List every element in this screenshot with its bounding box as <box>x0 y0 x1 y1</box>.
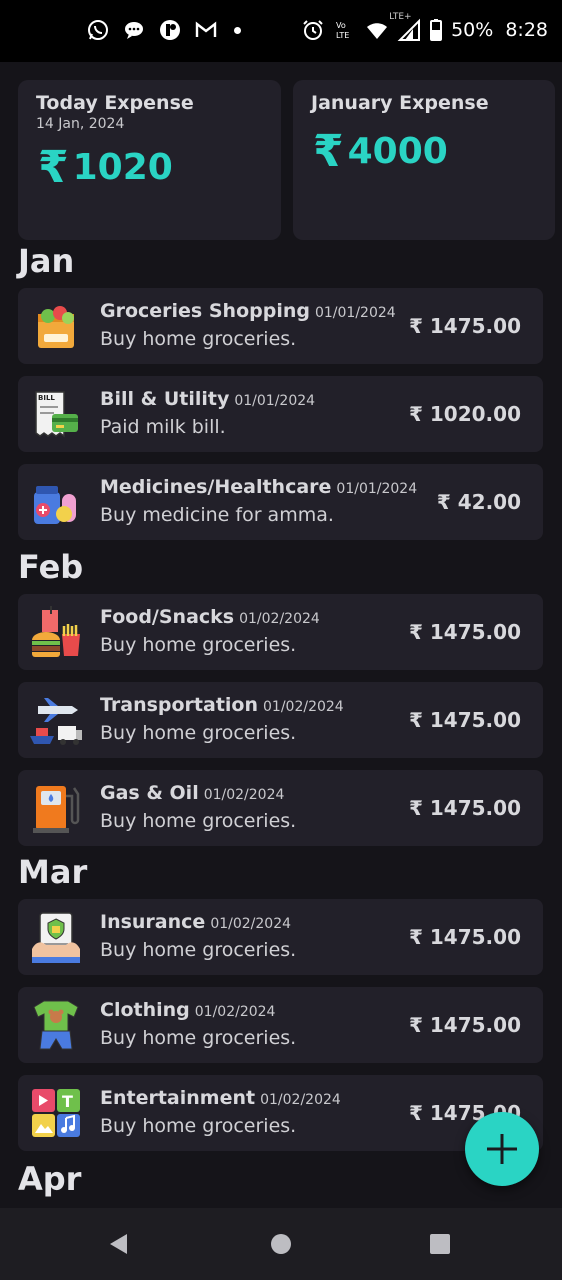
expense-date: 01/01/2024 <box>314 305 396 321</box>
expense-item[interactable]: Food/Snacks 01/02/2024 Buy home grocerie… <box>18 594 543 670</box>
month-header-feb: Feb <box>18 548 84 586</box>
fuel-pump-icon <box>28 780 84 836</box>
month-header-mar: Mar <box>18 853 88 891</box>
expense-date: 01/01/2024 <box>336 481 418 497</box>
expense-category: Medicines/Healthcare <box>100 476 332 498</box>
expense-amount: ₹ 1475.00 <box>409 796 521 820</box>
home-icon[interactable] <box>269 1232 293 1256</box>
expense-date: 01/01/2024 <box>234 393 316 409</box>
expense-date: 01/02/2024 <box>260 1092 341 1108</box>
month-expense-title: January Expense <box>311 92 489 114</box>
food-icon <box>28 604 84 660</box>
expense-item[interactable]: Gas & Oil 01/02/2024 Buy home groceries.… <box>18 770 543 846</box>
expense-item[interactable]: Transportation 01/02/2024 Buy home groce… <box>18 682 543 758</box>
battery-icon <box>429 18 443 42</box>
wifi-icon <box>365 18 389 42</box>
expense-amount: ₹ 1020.00 <box>409 402 521 426</box>
add-expense-button[interactable] <box>465 1112 539 1186</box>
today-expense-card[interactable]: Today Expense 14 Jan, 2024 ₹ 1020 <box>18 80 281 240</box>
expense-date: 01/02/2024 <box>263 699 344 715</box>
expense-category: Clothing <box>100 999 190 1021</box>
expense-category: Entertainment <box>100 1087 256 1109</box>
system-nav-bar <box>0 1208 562 1280</box>
expense-item[interactable]: Insurance 01/02/2024 Buy home groceries.… <box>18 899 543 975</box>
summary-section: Today Expense 14 Jan, 2024 ₹ 1020 Januar… <box>18 80 555 240</box>
rupee-symbol: ₹ <box>38 142 69 193</box>
expense-item[interactable]: Medicines/Healthcare 01/01/2024 Buy medi… <box>18 464 543 540</box>
notification-icon <box>158 18 182 42</box>
expense-description: Buy home groceries. <box>100 1115 297 1137</box>
today-expense-date: 14 Jan, 2024 <box>36 116 125 132</box>
svg-text:T: T <box>62 1092 73 1111</box>
expense-amount: ₹ 1475.00 <box>409 1013 521 1037</box>
plus-icon <box>485 1132 519 1166</box>
whatsapp-icon <box>86 18 110 42</box>
clothing-icon <box>28 997 84 1053</box>
expense-category: Gas & Oil <box>100 782 199 804</box>
expense-category: Groceries Shopping <box>100 300 310 322</box>
expense-amount: ₹ 1475.00 <box>409 708 521 732</box>
expense-amount: ₹ 1475.00 <box>409 925 521 949</box>
rupee-symbol: ₹ <box>313 126 344 177</box>
expense-date: 01/02/2024 <box>194 1004 276 1020</box>
expense-item[interactable]: Groceries Shopping 01/01/2024 Buy home g… <box>18 288 543 364</box>
expense-description: Buy medicine for amma. <box>100 504 334 526</box>
more-notifications-dot <box>234 26 241 34</box>
signal-icon: LTE+ <box>389 12 421 42</box>
entertainment-icon: T <box>28 1085 84 1141</box>
expense-description: Buy home groceries. <box>100 328 297 350</box>
expense-item[interactable]: T Entertainment 01/02/2024 Buy home groc… <box>18 1075 543 1151</box>
expense-description: Buy home groceries. <box>100 810 297 832</box>
today-amount-value: 1020 <box>72 147 173 188</box>
expense-description: Paid milk bill. <box>100 416 226 438</box>
medicine-icon <box>28 474 84 530</box>
groceries-icon <box>28 298 84 354</box>
status-bar: Vo LTE LTE+ 50% 8:28 <box>0 0 562 62</box>
today-expense-amount: ₹ 1020 <box>38 142 173 193</box>
insurance-icon <box>28 909 84 965</box>
expense-category: Food/Snacks <box>100 606 235 628</box>
month-header-apr: Apr <box>18 1160 82 1198</box>
today-expense-title: Today Expense <box>36 92 194 114</box>
svg-text:BILL: BILL <box>38 394 55 402</box>
messenger-icon <box>122 18 146 42</box>
network-label: LTE+ <box>389 12 412 22</box>
expense-description: Buy home groceries. <box>100 722 297 744</box>
clock: 8:28 <box>505 19 548 41</box>
transport-icon <box>28 692 84 748</box>
expense-description: Buy home groceries. <box>100 634 297 656</box>
expense-amount: ₹ 1475.00 <box>409 314 521 338</box>
battery-percent: 50% <box>451 19 494 41</box>
expense-category: Bill & Utility <box>100 388 230 410</box>
volte-icon: Vo LTE <box>333 18 357 42</box>
expense-amount: ₹ 1475.00 <box>409 620 521 644</box>
bill-icon: BILL <box>28 386 84 442</box>
expense-description: Buy home groceries. <box>100 1027 297 1049</box>
month-expense-amount: ₹ 4000 <box>313 126 448 177</box>
expense-category: Transportation <box>100 694 259 716</box>
month-header-jan: Jan <box>18 242 75 280</box>
expense-category: Insurance <box>100 911 206 933</box>
expense-amount: ₹ 42.00 <box>436 490 521 514</box>
expense-date: 01/02/2024 <box>239 611 320 627</box>
alarm-icon <box>301 18 325 42</box>
recents-icon[interactable] <box>428 1232 452 1256</box>
expense-date: 01/02/2024 <box>210 916 292 932</box>
expense-date: 01/02/2024 <box>203 787 285 803</box>
month-amount-value: 4000 <box>347 131 448 172</box>
svg-text:Vo: Vo <box>336 21 346 30</box>
month-expense-card[interactable]: January Expense ₹ 4000 <box>293 80 555 240</box>
svg-text:LTE: LTE <box>336 31 349 40</box>
expense-item[interactable]: Clothing 01/02/2024 Buy home groceries. … <box>18 987 543 1063</box>
back-icon[interactable] <box>107 1232 131 1256</box>
expense-description: Buy home groceries. <box>100 939 297 961</box>
expense-item[interactable]: BILL Bill & Utility 01/01/2024 Paid milk… <box>18 376 543 452</box>
gmail-icon <box>194 18 218 42</box>
